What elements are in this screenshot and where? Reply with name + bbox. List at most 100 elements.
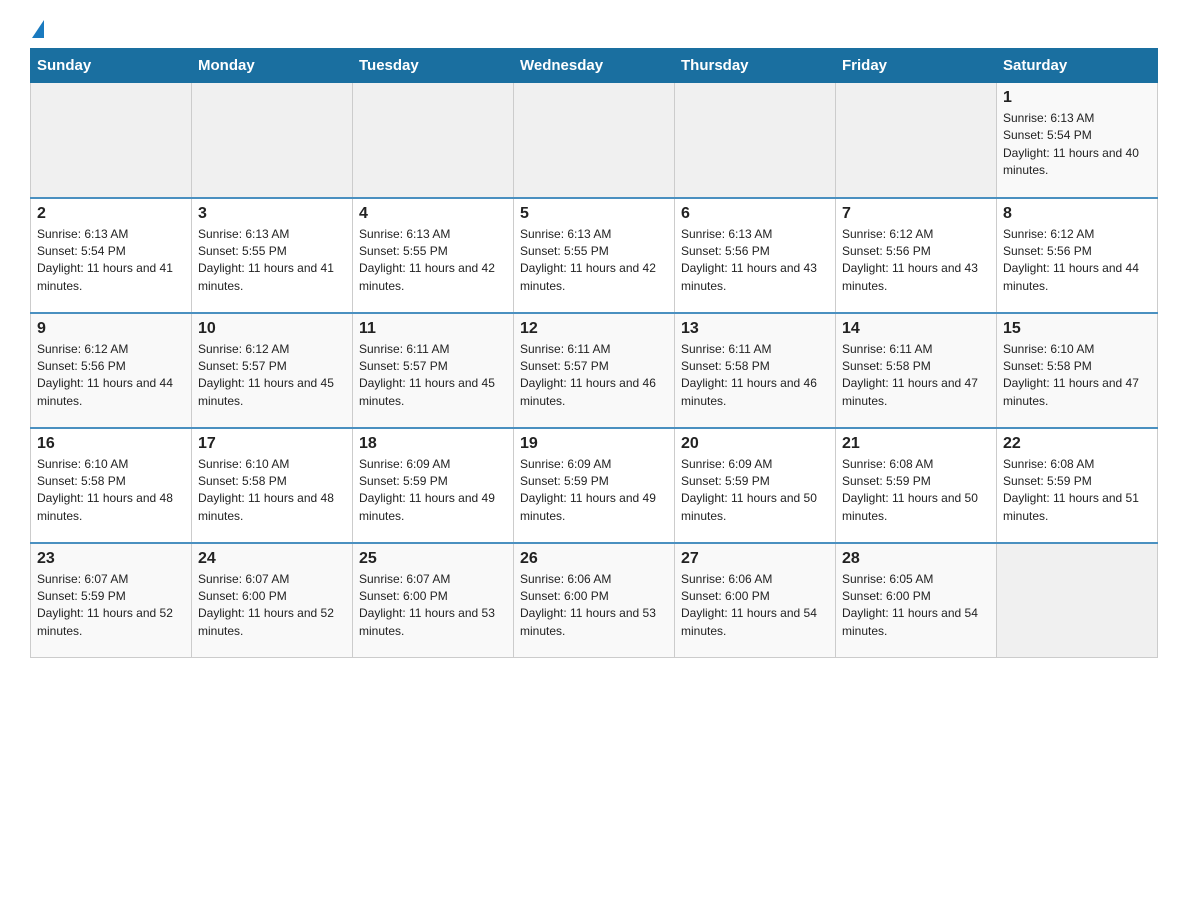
day-info: Sunrise: 6:11 AM Sunset: 5:58 PM Dayligh…: [681, 341, 829, 411]
day-number: 8: [1003, 205, 1151, 223]
calendar-cell: 16 Sunrise: 6:10 AM Sunset: 5:58 PM Dayli…: [31, 428, 192, 543]
day-number: 18: [359, 435, 507, 453]
calendar-cell: 27 Sunrise: 6:06 AM Sunset: 6:00 PM Dayli…: [675, 543, 836, 658]
calendar-row-1: 1Sunrise: 6:13 AM Sunset: 5:54 PM Daylig…: [31, 83, 1158, 198]
calendar-cell: 26 Sunrise: 6:06 AM Sunset: 6:00 PM Dayli…: [514, 543, 675, 658]
day-number: 16: [37, 435, 185, 453]
header-cell-wednesday: Wednesday: [514, 49, 675, 83]
day-info: Sunrise: 6:13 AM Sunset: 5:56 PM Dayligh…: [681, 226, 829, 296]
day-info: Sunrise: 6:11 AM Sunset: 5:58 PM Dayligh…: [842, 341, 990, 411]
day-info: Sunrise: 6:11 AM Sunset: 5:57 PM Dayligh…: [520, 341, 668, 411]
day-number: 9: [37, 320, 185, 338]
day-number: 19: [520, 435, 668, 453]
calendar-cell: 8 Sunrise: 6:12 AM Sunset: 5:56 PM Daylig…: [997, 198, 1158, 313]
day-number: 11: [359, 320, 507, 338]
calendar-row-5: 23 Sunrise: 6:07 AM Sunset: 5:59 PM Dayli…: [31, 543, 1158, 658]
day-info: Sunrise: 6:09 AM Sunset: 5:59 PM Dayligh…: [681, 456, 829, 526]
calendar-cell: 22 Sunrise: 6:08 AM Sunset: 5:59 PM Dayli…: [997, 428, 1158, 543]
header-cell-tuesday: Tuesday: [353, 49, 514, 83]
calendar-cell: [31, 83, 192, 198]
calendar-cell: [192, 83, 353, 198]
calendar-cell: 14Sunrise: 6:11 AM Sunset: 5:58 PM Dayli…: [836, 313, 997, 428]
day-number: 22: [1003, 435, 1151, 453]
calendar-cell: 21 Sunrise: 6:08 AM Sunset: 5:59 PM Dayli…: [836, 428, 997, 543]
day-number: 4: [359, 205, 507, 223]
day-info: Sunrise: 6:12 AM Sunset: 5:57 PM Dayligh…: [198, 341, 346, 411]
calendar-cell: [675, 83, 836, 198]
day-number: 26: [520, 550, 668, 568]
header-cell-sunday: Sunday: [31, 49, 192, 83]
day-info: Sunrise: 6:06 AM Sunset: 6:00 PM Dayligh…: [681, 571, 829, 641]
day-number: 24: [198, 550, 346, 568]
header-cell-saturday: Saturday: [997, 49, 1158, 83]
day-info: Sunrise: 6:07 AM Sunset: 5:59 PM Dayligh…: [37, 571, 185, 641]
calendar-cell: 17 Sunrise: 6:10 AM Sunset: 5:58 PM Dayli…: [192, 428, 353, 543]
calendar-cell: 18 Sunrise: 6:09 AM Sunset: 5:59 PM Dayli…: [353, 428, 514, 543]
day-info: Sunrise: 6:08 AM Sunset: 5:59 PM Dayligh…: [842, 456, 990, 526]
day-info: Sunrise: 6:09 AM Sunset: 5:59 PM Dayligh…: [359, 456, 507, 526]
calendar-cell: 4 Sunrise: 6:13 AM Sunset: 5:55 PM Daylig…: [353, 198, 514, 313]
calendar-table: SundayMondayTuesdayWednesdayThursdayFrid…: [30, 48, 1158, 658]
day-info: Sunrise: 6:13 AM Sunset: 5:55 PM Dayligh…: [359, 226, 507, 296]
calendar-cell: 28 Sunrise: 6:05 AM Sunset: 6:00 PM Dayli…: [836, 543, 997, 658]
logo: [30, 20, 46, 38]
calendar-cell: 20 Sunrise: 6:09 AM Sunset: 5:59 PM Dayli…: [675, 428, 836, 543]
calendar-cell: 11 Sunrise: 6:11 AM Sunset: 5:57 PM Dayli…: [353, 313, 514, 428]
day-number: 2: [37, 205, 185, 223]
day-number: 28: [842, 550, 990, 568]
day-number: 17: [198, 435, 346, 453]
day-number: 5: [520, 205, 668, 223]
calendar-row-4: 16 Sunrise: 6:10 AM Sunset: 5:58 PM Dayli…: [31, 428, 1158, 543]
day-number: 7: [842, 205, 990, 223]
day-info: Sunrise: 6:06 AM Sunset: 6:00 PM Dayligh…: [520, 571, 668, 641]
calendar-header: SundayMondayTuesdayWednesdayThursdayFrid…: [31, 49, 1158, 83]
day-number: 23: [37, 550, 185, 568]
day-info: Sunrise: 6:13 AM Sunset: 5:55 PM Dayligh…: [520, 226, 668, 296]
header-cell-monday: Monday: [192, 49, 353, 83]
calendar-cell: 12Sunrise: 6:11 AM Sunset: 5:57 PM Dayli…: [514, 313, 675, 428]
day-number: 13: [681, 320, 829, 338]
calendar-cell: 6 Sunrise: 6:13 AM Sunset: 5:56 PM Daylig…: [675, 198, 836, 313]
calendar-cell: 23 Sunrise: 6:07 AM Sunset: 5:59 PM Dayli…: [31, 543, 192, 658]
day-number: 25: [359, 550, 507, 568]
calendar-cell: 15 Sunrise: 6:10 AM Sunset: 5:58 PM Dayli…: [997, 313, 1158, 428]
calendar-row-2: 2Sunrise: 6:13 AM Sunset: 5:54 PM Daylig…: [31, 198, 1158, 313]
day-info: Sunrise: 6:12 AM Sunset: 5:56 PM Dayligh…: [1003, 226, 1151, 296]
day-number: 27: [681, 550, 829, 568]
calendar-cell: 1Sunrise: 6:13 AM Sunset: 5:54 PM Daylig…: [997, 83, 1158, 198]
calendar-cell: 13 Sunrise: 6:11 AM Sunset: 5:58 PM Dayli…: [675, 313, 836, 428]
header-cell-friday: Friday: [836, 49, 997, 83]
calendar-cell: 7 Sunrise: 6:12 AM Sunset: 5:56 PM Daylig…: [836, 198, 997, 313]
page-header: [30, 20, 1158, 38]
calendar-cell: 5 Sunrise: 6:13 AM Sunset: 5:55 PM Daylig…: [514, 198, 675, 313]
calendar-cell: 24 Sunrise: 6:07 AM Sunset: 6:00 PM Dayli…: [192, 543, 353, 658]
day-info: Sunrise: 6:10 AM Sunset: 5:58 PM Dayligh…: [37, 456, 185, 526]
calendar-cell: 9Sunrise: 6:12 AM Sunset: 5:56 PM Daylig…: [31, 313, 192, 428]
calendar-cell: [836, 83, 997, 198]
day-number: 21: [842, 435, 990, 453]
calendar-cell: [514, 83, 675, 198]
header-cell-thursday: Thursday: [675, 49, 836, 83]
day-number: 20: [681, 435, 829, 453]
logo-triangle-icon: [32, 20, 44, 38]
day-info: Sunrise: 6:11 AM Sunset: 5:57 PM Dayligh…: [359, 341, 507, 411]
calendar-body: 1Sunrise: 6:13 AM Sunset: 5:54 PM Daylig…: [31, 83, 1158, 658]
day-info: Sunrise: 6:09 AM Sunset: 5:59 PM Dayligh…: [520, 456, 668, 526]
day-number: 6: [681, 205, 829, 223]
day-info: Sunrise: 6:10 AM Sunset: 5:58 PM Dayligh…: [198, 456, 346, 526]
day-number: 1: [1003, 89, 1151, 107]
day-info: Sunrise: 6:07 AM Sunset: 6:00 PM Dayligh…: [198, 571, 346, 641]
day-info: Sunrise: 6:12 AM Sunset: 5:56 PM Dayligh…: [842, 226, 990, 296]
calendar-cell: 10 Sunrise: 6:12 AM Sunset: 5:57 PM Dayli…: [192, 313, 353, 428]
calendar-cell: 3Sunrise: 6:13 AM Sunset: 5:55 PM Daylig…: [192, 198, 353, 313]
day-number: 15: [1003, 320, 1151, 338]
day-info: Sunrise: 6:08 AM Sunset: 5:59 PM Dayligh…: [1003, 456, 1151, 526]
day-info: Sunrise: 6:10 AM Sunset: 5:58 PM Dayligh…: [1003, 341, 1151, 411]
day-number: 10: [198, 320, 346, 338]
day-info: Sunrise: 6:05 AM Sunset: 6:00 PM Dayligh…: [842, 571, 990, 641]
calendar-cell: 2Sunrise: 6:13 AM Sunset: 5:54 PM Daylig…: [31, 198, 192, 313]
calendar-cell: [997, 543, 1158, 658]
day-info: Sunrise: 6:07 AM Sunset: 6:00 PM Dayligh…: [359, 571, 507, 641]
calendar-cell: [353, 83, 514, 198]
day-info: Sunrise: 6:13 AM Sunset: 5:55 PM Dayligh…: [198, 226, 346, 296]
